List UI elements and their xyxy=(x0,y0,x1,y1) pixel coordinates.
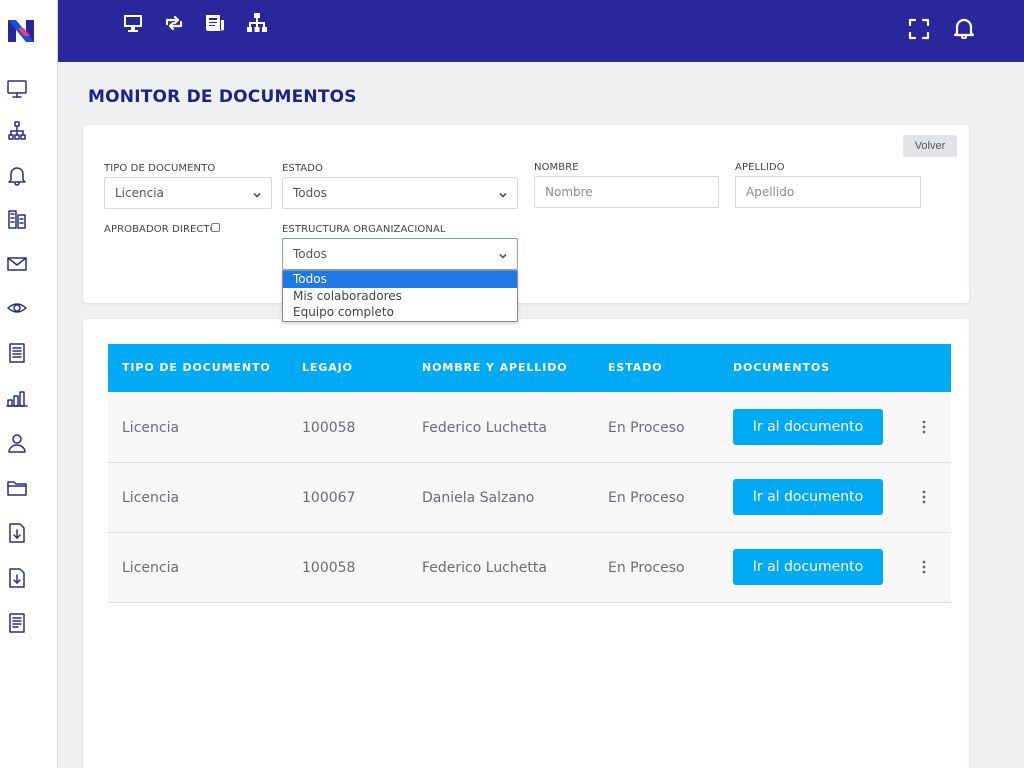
table-row: Licencia 100067 Daniela Salzano En Proce… xyxy=(108,463,951,533)
cell-estado: En Proceso xyxy=(608,490,685,506)
estructura-value: Todos xyxy=(293,247,327,261)
org-chart-icon[interactable] xyxy=(6,120,28,142)
bar-chart-icon[interactable] xyxy=(6,387,28,409)
column-header-documentos: DOCUMENTOS xyxy=(733,361,830,374)
user-icon[interactable] xyxy=(6,432,28,454)
more-options-icon[interactable] xyxy=(920,559,928,575)
dropdown-option-equipo-completo[interactable]: Equipo completo xyxy=(283,304,517,321)
column-header-tipo: TIPO DE DOCUMENTO xyxy=(122,361,271,374)
estructura-dropdown-list: Todos Mis colaboradores Equipo completo xyxy=(282,270,518,322)
chevron-down-icon xyxy=(252,189,262,199)
aprobador-directo-checkbox[interactable] xyxy=(211,223,220,232)
page-title: MONITOR DE DOCUMENTOS xyxy=(88,87,357,107)
column-header-nombre: NOMBRE Y APELLIDO xyxy=(422,361,568,374)
table-row: Licencia 100058 Federico Luchetta En Pro… xyxy=(108,393,951,463)
sidebar xyxy=(0,0,58,768)
cell-estado: En Proceso xyxy=(608,420,685,436)
nombre-label: NOMBRE xyxy=(534,162,579,173)
apellido-label: APELLIDO xyxy=(735,162,785,173)
dropdown-option-mis-colaboradores[interactable]: Mis colaboradores xyxy=(283,288,517,305)
logo-icon[interactable] xyxy=(6,16,36,46)
monitor-icon[interactable] xyxy=(122,12,144,34)
estructura-label: ESTRUCTURA ORGANIZACIONAL xyxy=(282,224,446,235)
documents-table-panel: TIPO DE DOCUMENTO LEGAJO NOMBRE Y APELLI… xyxy=(83,319,969,768)
open-document-button[interactable]: Ir al documento xyxy=(733,479,883,515)
estructura-select[interactable]: Todos xyxy=(282,238,518,270)
chevron-down-icon xyxy=(498,189,508,199)
dropdown-option-todos[interactable]: Todos xyxy=(283,271,517,288)
apellido-input[interactable] xyxy=(735,176,921,208)
download-doc-icon[interactable] xyxy=(6,522,28,544)
cell-estado: En Proceso xyxy=(608,560,685,576)
estado-select[interactable]: Todos xyxy=(282,177,518,209)
cell-nombre: Federico Luchetta xyxy=(422,560,547,576)
open-document-button[interactable]: Ir al documento xyxy=(733,549,883,585)
table-header: TIPO DE DOCUMENTO LEGAJO NOMBRE Y APELLI… xyxy=(108,344,951,392)
estado-value: Todos xyxy=(293,186,327,200)
folder-icon[interactable] xyxy=(6,477,28,499)
cell-legajo: 100058 xyxy=(302,420,356,436)
back-button[interactable]: Volver xyxy=(903,135,957,157)
document-icon[interactable] xyxy=(6,342,28,364)
cell-nombre: Daniela Salzano xyxy=(422,490,535,506)
download-doc-icon[interactable] xyxy=(6,567,28,589)
aprobador-directo-label: APROBADOR DIRECTO xyxy=(104,224,218,235)
estado-label: ESTADO xyxy=(282,163,324,174)
table-row: Licencia 100058 Federico Luchetta En Pro… xyxy=(108,533,951,603)
sync-icon[interactable] xyxy=(163,12,185,34)
tipo-documento-select[interactable]: Licencia xyxy=(104,177,272,209)
mail-icon[interactable] xyxy=(6,253,28,275)
cell-tipo: Licencia xyxy=(122,420,180,436)
fullscreen-icon[interactable] xyxy=(908,18,930,40)
column-header-estado: ESTADO xyxy=(608,361,663,374)
more-options-icon[interactable] xyxy=(920,489,928,505)
more-options-icon[interactable] xyxy=(920,419,928,435)
open-document-button[interactable]: Ir al documento xyxy=(733,409,883,445)
org-chart-icon[interactable] xyxy=(246,12,268,34)
bell-icon[interactable] xyxy=(953,17,975,40)
building-icon[interactable] xyxy=(6,208,28,230)
chevron-down-icon xyxy=(498,250,508,260)
document-list-icon[interactable] xyxy=(6,612,28,634)
tipo-documento-value: Licencia xyxy=(115,186,164,200)
top-navigation-bar xyxy=(58,0,1024,62)
nombre-input[interactable] xyxy=(534,176,719,208)
eye-icon[interactable] xyxy=(6,297,28,319)
tipo-documento-label: TIPO DE DOCUMENTO xyxy=(104,163,216,174)
bell-icon[interactable] xyxy=(6,164,28,186)
cell-legajo: 100067 xyxy=(302,490,356,506)
cell-tipo: Licencia xyxy=(122,490,180,506)
cell-nombre: Federico Luchetta xyxy=(422,420,547,436)
column-header-legajo: LEGAJO xyxy=(302,361,353,374)
cell-tipo: Licencia xyxy=(122,560,180,576)
filter-panel: Volver TIPO DE DOCUMENTO Licencia ESTADO… xyxy=(83,125,969,303)
cell-legajo: 100058 xyxy=(302,560,356,576)
newspaper-icon[interactable] xyxy=(204,12,226,34)
monitor-icon[interactable] xyxy=(6,78,28,100)
